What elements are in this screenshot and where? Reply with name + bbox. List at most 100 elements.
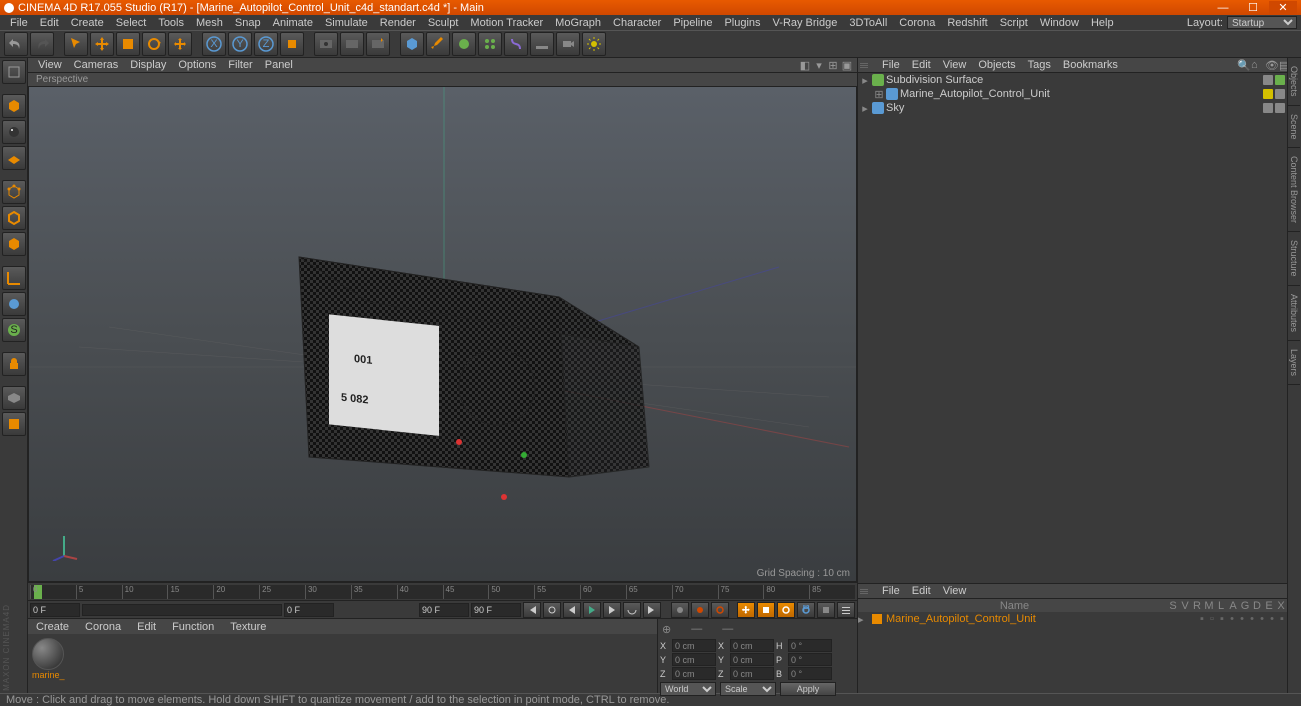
menu-item[interactable]: Pipeline	[667, 17, 718, 29]
object-name[interactable]: Subdivision Surface	[886, 74, 1263, 86]
material-tab[interactable]: Corona	[77, 621, 129, 633]
objpanel-menu-item[interactable]: Bookmarks	[1057, 59, 1124, 71]
right-vtab[interactable]: Structure	[1288, 232, 1300, 286]
size-z-input[interactable]	[730, 667, 774, 680]
viewport-menu-item[interactable]: Filter	[222, 59, 258, 71]
object-list[interactable]: ▸Subdivision Surface⊞Marine_Autopilot_Co…	[858, 73, 1287, 583]
workplane-button[interactable]	[2, 146, 26, 170]
layout-select[interactable]: Startup	[1227, 16, 1297, 29]
rotate-tool[interactable]	[142, 32, 166, 56]
right-vtab[interactable]: Objects	[1288, 58, 1300, 106]
pos-y-input[interactable]	[672, 653, 716, 666]
coord-scale-select[interactable]: Scale	[720, 682, 776, 696]
viewport-solo-button[interactable]	[2, 292, 26, 316]
bend-button[interactable]	[504, 32, 528, 56]
right-vtab[interactable]: Content Browser	[1288, 148, 1300, 232]
range-slider[interactable]	[82, 604, 282, 616]
menu-item[interactable]: Tools	[152, 17, 190, 29]
menu-item[interactable]: Sculpt	[422, 17, 465, 29]
pla-key-button[interactable]	[817, 602, 835, 618]
material-tab[interactable]: Texture	[222, 621, 274, 633]
menu-item[interactable]: Window	[1034, 17, 1085, 29]
menu-item[interactable]: Plugins	[718, 17, 766, 29]
apply-button[interactable]: Apply	[780, 682, 836, 696]
rot-key-button[interactable]	[777, 602, 795, 618]
select-tool[interactable]	[64, 32, 88, 56]
vp-icon3[interactable]: ⊞	[827, 59, 839, 71]
menu-item[interactable]: V-Ray Bridge	[767, 17, 844, 29]
viewport-menu-item[interactable]: View	[32, 59, 68, 71]
object-name[interactable]: Sky	[886, 102, 1263, 114]
cube-primitive-button[interactable]	[400, 32, 424, 56]
menu-item[interactable]: Select	[110, 17, 153, 29]
takepanel-menu-item[interactable]: Edit	[906, 585, 937, 597]
search-icon[interactable]: 🔍	[1231, 59, 1243, 71]
make-editable-button[interactable]	[2, 60, 26, 84]
viewport-menu-item[interactable]: Display	[124, 59, 172, 71]
material-tab[interactable]: Edit	[129, 621, 164, 633]
z-axis-button[interactable]: Z	[254, 32, 278, 56]
menu-item[interactable]: 3DToAll	[843, 17, 893, 29]
pos-z-input[interactable]	[672, 667, 716, 680]
texture-mode-button[interactable]	[2, 120, 26, 144]
start-frame-input[interactable]	[30, 603, 80, 617]
minimize-button[interactable]: —	[1209, 1, 1237, 15]
material-name[interactable]: marine_	[32, 670, 65, 680]
material-tab[interactable]: Function	[164, 621, 222, 633]
pen-tool[interactable]	[426, 32, 450, 56]
model-mode-button[interactable]	[2, 94, 26, 118]
locked-workplane2-button[interactable]	[2, 412, 26, 436]
timeline[interactable]: 051015202530354045505560657075808590	[28, 582, 857, 600]
object-item[interactable]: ▸Subdivision Surface	[858, 73, 1287, 87]
menu-item[interactable]: Mesh	[190, 17, 229, 29]
coord-system-button[interactable]	[280, 32, 304, 56]
end-frame-input[interactable]	[419, 603, 469, 617]
autokey-button[interactable]	[691, 602, 709, 618]
size-y-input[interactable]	[730, 653, 774, 666]
right-vtab[interactable]: Layers	[1288, 341, 1300, 385]
objpanel-menu-item[interactable]: Objects	[972, 59, 1021, 71]
render-settings-button[interactable]	[366, 32, 390, 56]
objpanel-menu-item[interactable]: Edit	[906, 59, 937, 71]
options-button[interactable]	[837, 602, 855, 618]
tag-icon[interactable]	[1275, 89, 1285, 99]
menu-item[interactable]: Character	[607, 17, 667, 29]
menu-item[interactable]: Snap	[229, 17, 267, 29]
viewport-menu-item[interactable]: Panel	[259, 59, 299, 71]
expand-icon[interactable]: ⊞	[874, 88, 884, 101]
goto-end-button[interactable]	[643, 602, 661, 618]
planar-workplane-button[interactable]	[2, 386, 26, 410]
lastused-tool[interactable]	[168, 32, 192, 56]
subdivision-button[interactable]	[452, 32, 476, 56]
objpanel-menu-item[interactable]: Tags	[1022, 59, 1057, 71]
prev-frame-button[interactable]	[563, 602, 581, 618]
y-axis-button[interactable]: Y	[228, 32, 252, 56]
objpanel-menu-item[interactable]: File	[876, 59, 906, 71]
keyframe-button[interactable]	[711, 602, 729, 618]
axis-button[interactable]	[2, 266, 26, 290]
maximize-button[interactable]: ☐	[1239, 1, 1267, 15]
close-button[interactable]: ✕	[1269, 1, 1297, 15]
light-button[interactable]	[582, 32, 606, 56]
end-frame2-input[interactable]	[471, 603, 521, 617]
vp-icon1[interactable]: ◧	[799, 59, 811, 71]
pos-key-button[interactable]	[737, 602, 755, 618]
array-button[interactable]	[478, 32, 502, 56]
menu-item[interactable]: Create	[65, 17, 110, 29]
right-vtab[interactable]: Scene	[1288, 106, 1300, 149]
vp-icon2[interactable]: ▾	[813, 59, 825, 71]
tag-icon[interactable]	[1263, 89, 1273, 99]
takepanel-menu-item[interactable]: View	[937, 585, 973, 597]
menu-item[interactable]: MoGraph	[549, 17, 607, 29]
menu-item[interactable]: Render	[374, 17, 422, 29]
tag-icon[interactable]	[1263, 75, 1273, 85]
eye-icon[interactable]: 👁	[1259, 59, 1271, 71]
floor-button[interactable]	[530, 32, 554, 56]
tag-icon[interactable]	[1263, 103, 1273, 113]
redo-button[interactable]	[30, 32, 54, 56]
tag-icon[interactable]	[1275, 103, 1285, 113]
expand-icon[interactable]: ▸	[860, 102, 870, 115]
move-tool[interactable]	[90, 32, 114, 56]
menu-item[interactable]: Simulate	[319, 17, 374, 29]
objpanel-menu-item[interactable]: View	[937, 59, 973, 71]
